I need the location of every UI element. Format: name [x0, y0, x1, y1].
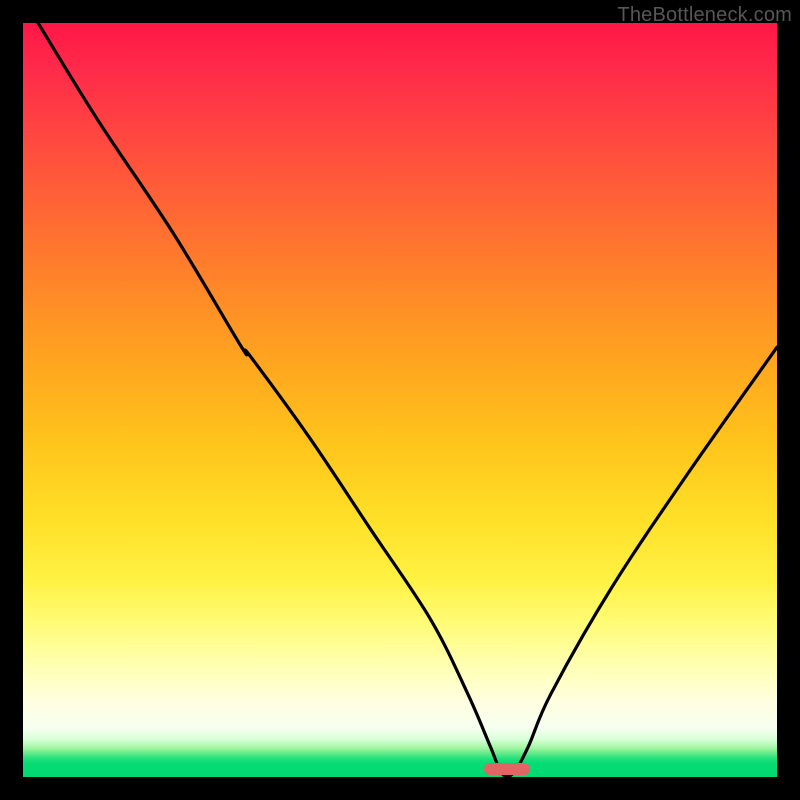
plot-area: [23, 23, 777, 777]
bottleneck-curve: [23, 23, 777, 777]
watermark-text: TheBottleneck.com: [617, 4, 792, 27]
chart-frame: TheBottleneck.com: [0, 0, 800, 800]
valley-marker: [484, 763, 531, 775]
